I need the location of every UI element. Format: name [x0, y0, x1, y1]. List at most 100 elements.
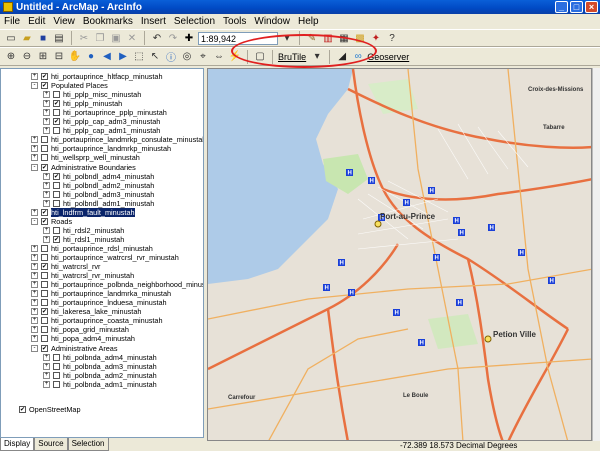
model-builder-icon[interactable]: ✦ — [369, 31, 383, 45]
layer-visibility-checkbox[interactable] — [53, 109, 60, 117]
find-icon[interactable]: ◎ — [180, 50, 194, 64]
layer-visibility-checkbox[interactable]: ✔ — [41, 344, 48, 352]
layer-visibility-checkbox[interactable] — [41, 244, 48, 252]
save-icon[interactable]: ■ — [36, 31, 50, 45]
layer-visibility-checkbox[interactable] — [41, 254, 48, 261]
layer-visibility-checkbox[interactable]: ✔ — [41, 163, 48, 171]
layer-visibility-checkbox[interactable]: ✔ — [53, 172, 60, 180]
layer-visibility-checkbox[interactable]: ✔ — [41, 263, 48, 271]
expand-collapse-icon[interactable]: + — [43, 181, 50, 189]
toc-layer-row[interactable]: - ✔ Populated Places — [31, 81, 108, 90]
layer-visibility-checkbox[interactable]: ✔ — [41, 217, 48, 225]
toc-layer-row[interactable]: + hti_portauprince_polbnda_neighborhood_m… — [31, 280, 203, 289]
toc-layer-row[interactable]: - ✔ Roads — [31, 217, 72, 226]
toc-layer-row[interactable]: ✔ OpenStreetMap — [19, 405, 81, 414]
layer-visibility-checkbox[interactable] — [53, 91, 60, 99]
toc-layer-row[interactable]: + hti_polbndl_adm1_minustah — [43, 199, 154, 208]
expand-collapse-icon[interactable]: + — [43, 371, 50, 379]
tab-display[interactable]: Display — [0, 438, 35, 451]
open-folder-icon[interactable]: ▰ — [20, 31, 34, 45]
go-to-xy-icon[interactable]: ⌖ — [196, 50, 210, 64]
menu-selection[interactable]: Selection — [174, 16, 215, 27]
zoom-out-icon[interactable]: ⊖ — [20, 50, 34, 64]
toc-layer-row[interactable]: + hti_portauprince_landmrka_minustah — [31, 289, 171, 298]
expand-collapse-icon[interactable]: + — [31, 254, 38, 261]
pan-icon[interactable]: ✋ — [68, 50, 82, 64]
toc-layer-row[interactable]: + ✔ hti_pplp_cap_adm3_minustah — [43, 117, 160, 126]
expand-collapse-icon[interactable]: + — [31, 281, 38, 289]
map-canvas[interactable]: H H H H H H H H H H H H H H H H H Port-a… — [208, 69, 592, 441]
layer-visibility-checkbox[interactable] — [41, 299, 48, 307]
menu-window[interactable]: Window — [254, 16, 290, 27]
toc-layer-row[interactable]: + hti_portauprince_watrcrsl_rvr_minustah — [31, 253, 179, 262]
toc-layer-row[interactable]: + hti_portauprince_coasta_minustah — [31, 316, 163, 325]
layer-visibility-checkbox[interactable] — [53, 226, 60, 234]
layer-visibility-checkbox[interactable] — [41, 317, 48, 325]
toc-layer-row[interactable]: + hti_portauprince_landmrkp_consulate_min… — [31, 135, 203, 144]
expand-collapse-icon[interactable]: + — [31, 317, 38, 325]
expand-collapse-icon[interactable]: + — [43, 235, 50, 243]
expand-collapse-icon[interactable]: - — [31, 217, 38, 225]
menu-help[interactable]: Help — [298, 16, 319, 27]
toc-layer-row[interactable]: + hti_polbndl_adm2_minustah — [43, 181, 154, 190]
toc-layer-row[interactable]: + hti_polbnda_adm4_minustah — [43, 353, 157, 362]
select-elements-icon[interactable]: ↖ — [148, 50, 162, 64]
expand-collapse-icon[interactable]: - — [31, 82, 38, 90]
whats-this-icon[interactable]: ? — [385, 31, 399, 45]
maximize-button[interactable]: □ — [570, 1, 583, 13]
layer-visibility-checkbox[interactable]: ✔ — [53, 118, 60, 126]
layer-visibility-checkbox[interactable] — [53, 127, 60, 135]
copy-icon[interactable]: ❐ — [93, 31, 107, 45]
forward-extent-icon[interactable]: ▶ — [116, 50, 130, 64]
toc-layer-row[interactable]: + hti_popa_grid_minustah — [31, 325, 129, 334]
toc-layer-row[interactable]: + hti_pplp_cap_adm1_minustah — [43, 126, 160, 135]
expand-collapse-icon[interactable]: - — [31, 163, 38, 171]
expand-collapse-icon[interactable]: + — [43, 190, 50, 198]
layer-visibility-checkbox[interactable]: ✔ — [41, 82, 48, 90]
toc-layer-row[interactable]: + hti_rdsl2_minustah — [43, 226, 124, 235]
toc-layer-row[interactable]: + ✔ hti_lndfrm_fault_minustah — [31, 207, 135, 217]
toc-layer-row[interactable]: + hti_polbnda_adm1_minustah — [43, 380, 157, 389]
expand-collapse-icon[interactable]: + — [31, 154, 38, 162]
toc-layer-row[interactable]: + ✔ hti_polbndl_adm4_minustah — [43, 172, 154, 181]
expand-collapse-icon[interactable]: + — [43, 100, 50, 108]
select-features-icon[interactable]: ⬚ — [132, 50, 146, 64]
new-document-icon[interactable]: ▭ — [4, 31, 18, 45]
expand-collapse-icon[interactable]: + — [31, 208, 38, 216]
redo-icon[interactable]: ↷ — [166, 31, 180, 45]
expand-collapse-icon[interactable]: + — [43, 118, 50, 126]
layer-visibility-checkbox[interactable] — [41, 326, 48, 334]
layer-visibility-checkbox[interactable] — [41, 290, 48, 298]
layer-visibility-checkbox[interactable]: ✔ — [41, 73, 48, 80]
toc-layer-row[interactable]: + hti_polbnda_adm3_minustah — [43, 362, 157, 371]
toc-layer-row[interactable]: - ✔ Administrative Boundaries — [31, 163, 136, 172]
expand-collapse-icon[interactable]: + — [31, 73, 38, 80]
expand-collapse-icon[interactable]: + — [31, 308, 38, 316]
toc-layer-row[interactable]: - ✔ Administrative Areas — [31, 344, 118, 353]
expand-collapse-icon[interactable]: + — [31, 299, 38, 307]
expand-collapse-icon[interactable]: + — [43, 362, 50, 370]
close-button[interactable]: × — [585, 1, 598, 13]
expand-collapse-icon[interactable]: + — [31, 136, 38, 144]
expand-collapse-icon[interactable]: + — [43, 199, 50, 207]
layer-visibility-checkbox[interactable] — [41, 136, 48, 144]
minimize-button[interactable]: _ — [555, 1, 568, 13]
undo-icon[interactable]: ↶ — [150, 31, 164, 45]
layer-visibility-checkbox[interactable]: ✔ — [19, 406, 26, 413]
menu-file[interactable]: File — [4, 16, 20, 27]
layer-visibility-checkbox[interactable] — [41, 145, 48, 153]
menu-edit[interactable]: Edit — [28, 16, 45, 27]
layer-visibility-checkbox[interactable] — [53, 362, 60, 370]
toc-layer-row[interactable]: + ✔ hti_portauprince_hltfacp_minustah — [31, 72, 163, 81]
layer-visibility-checkbox[interactable] — [53, 353, 60, 361]
layer-visibility-checkbox[interactable] — [41, 154, 48, 162]
expand-collapse-icon[interactable]: + — [31, 326, 38, 334]
toc-layer-row[interactable]: + hti_portauprince_landmrkp_minustah — [31, 144, 171, 153]
expand-collapse-icon[interactable]: + — [31, 290, 38, 298]
print-icon[interactable]: ▤ — [52, 31, 66, 45]
fixed-zoom-in-icon[interactable]: ⊞ — [36, 50, 50, 64]
expand-collapse-icon[interactable]: + — [31, 145, 38, 153]
expand-collapse-icon[interactable]: + — [43, 172, 50, 180]
expand-collapse-icon[interactable]: + — [31, 263, 38, 271]
map-view[interactable]: H H H H H H H H H H H H H H H H H Port-a… — [207, 68, 592, 441]
